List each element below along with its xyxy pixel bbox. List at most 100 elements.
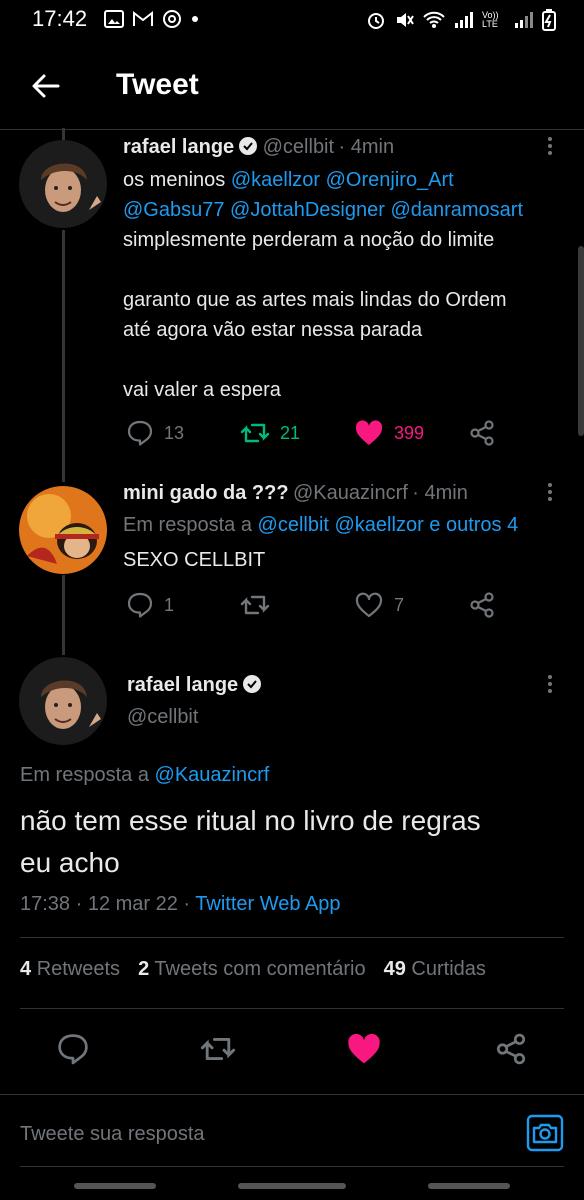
text-fragment: vai valer a espera [123, 379, 281, 401]
dot-icon [192, 16, 198, 22]
main-tweet-text-line-2: eu acho [20, 847, 120, 878]
likes-stat[interactable]: 49 Curtidas [384, 958, 486, 981]
header-divider [0, 129, 584, 130]
arrow-left-icon [32, 74, 60, 98]
reply-context: Em resposta a @Kauazincrf [20, 760, 269, 790]
camera-icon [526, 1114, 564, 1152]
text-fragment: garanto que as artes mais lindas do Orde… [123, 289, 507, 311]
heart-filled-icon [355, 420, 383, 445]
avatar[interactable] [19, 140, 107, 228]
battery-icon [542, 9, 556, 31]
like-button[interactable]: 7 [354, 591, 404, 619]
reply-button[interactable]: 13 [126, 419, 184, 447]
verified-icon [239, 137, 258, 155]
page-title: Tweet [116, 68, 199, 101]
mention-link[interactable]: @JottahDesigner [230, 199, 385, 221]
back-button[interactable] [26, 66, 66, 106]
heart-icon [355, 592, 383, 618]
divider [20, 1008, 564, 1009]
reply-to-link[interactable]: @cellbit @kaellzor e outros 4 [258, 514, 519, 536]
image-icon [104, 10, 124, 28]
mention-link[interactable]: @Orenjiro_Art [326, 169, 454, 191]
main-like-button[interactable] [346, 1032, 382, 1071]
tweet-timestamp: 17:38 · 12 mar 22 · [20, 893, 196, 915]
text-fragment: até agora vão estar nessa parada [123, 319, 423, 341]
nav-pill-center[interactable] [238, 1183, 346, 1189]
tweet-text-line: garanto que as artes mais lindas do Orde… [123, 285, 573, 315]
signal-icon [455, 12, 473, 28]
more-options-button[interactable] [540, 672, 560, 700]
reply-button[interactable]: 1 [126, 591, 174, 619]
mention-link[interactable]: @Gabsu77 [123, 199, 224, 221]
scrollbar[interactable] [578, 246, 584, 436]
main-tweet-user[interactable]: rafael lange [127, 674, 262, 697]
volte-icon: Vo)) LTE [482, 10, 499, 29]
reply-count: 1 [164, 594, 175, 615]
retweet-icon [240, 595, 270, 615]
mute-icon [397, 13, 414, 27]
main-tweet-text-line-1: não tem esse ritual no livro de regras [20, 805, 481, 836]
user-handle[interactable]: @cellbit [263, 136, 334, 158]
retweet-button[interactable] [240, 591, 270, 619]
camera-button[interactable] [526, 1114, 564, 1152]
tweet-text-line: @Gabsu77 @JottahDesigner @danramosart [123, 195, 573, 225]
comment-icon [127, 420, 153, 446]
retweet-button[interactable]: 21 [240, 419, 300, 447]
comment-icon [127, 592, 153, 618]
reply-input[interactable]: Tweete sua resposta [20, 1123, 205, 1146]
quotes-stat[interactable]: 2 Tweets com comentário [138, 958, 366, 981]
tweet-text-line [123, 345, 573, 375]
user-handle[interactable]: @Kauazincrf [293, 482, 408, 504]
tweet-header: rafael lange @cellbit · 4min [123, 136, 394, 159]
nav-pill-left[interactable] [74, 1183, 156, 1189]
reply-count: 13 [164, 422, 185, 443]
share-icon [470, 592, 494, 618]
alarm-icon [368, 13, 384, 29]
user-name[interactable]: mini gado da ??? [123, 482, 289, 504]
tweet-header: mini gado da ??? @Kauazincrf · 4min [123, 482, 468, 505]
user-name[interactable]: rafael lange [123, 136, 234, 158]
comment-icon [58, 1034, 88, 1065]
tweet-text: os meninos @kaellzor @Orenjiro_Art @Gabsu… [123, 165, 573, 405]
reply-bar-divider [0, 1094, 584, 1095]
verified-icon [243, 675, 262, 693]
more-options-button[interactable] [540, 480, 560, 508]
mention-link[interactable]: @kaellzor [231, 169, 320, 191]
tweet-meta: 17:38 · 12 mar 22 · Twitter Web App [20, 889, 341, 919]
user-name[interactable]: rafael lange [127, 674, 238, 696]
thread-line-1 [62, 230, 65, 482]
divider [20, 937, 564, 938]
retweets-stat[interactable]: 4 Retweets [20, 958, 120, 981]
reply-prefix: Em resposta a [20, 764, 155, 786]
thread-line-2 [62, 575, 65, 655]
avatar[interactable] [19, 486, 107, 574]
mention-link[interactable]: @danramosart [390, 199, 523, 221]
share-button[interactable] [468, 419, 496, 447]
tweet-stats: 4 Retweets 2 Tweets com comentário 49 Cu… [20, 958, 486, 981]
tweet-text-line: simplesmente perderam a noção do limite [123, 225, 573, 255]
share-icon [496, 1033, 526, 1065]
retweet-icon [200, 1037, 236, 1061]
status-time: 17:42 [32, 6, 88, 31]
heart-filled-icon [348, 1033, 380, 1064]
tweet-source-link[interactable]: Twitter Web App [195, 893, 340, 915]
like-button[interactable]: 399 [354, 419, 424, 447]
main-reply-button[interactable] [56, 1032, 90, 1071]
notification-icons [104, 9, 200, 29]
main-share-button[interactable] [494, 1032, 528, 1071]
share-icon [470, 420, 494, 446]
tweet-text-line: os meninos @kaellzor @Orenjiro_Art [123, 165, 573, 195]
thread-line-top [62, 128, 65, 140]
main-retweet-button[interactable] [200, 1032, 236, 1071]
user-handle[interactable]: @cellbit [127, 706, 198, 729]
nav-pill-right[interactable] [428, 1183, 510, 1189]
tweet-time: · 4min [338, 136, 395, 158]
avatar[interactable] [19, 657, 107, 745]
share-button[interactable] [468, 591, 496, 619]
wifi-icon [423, 11, 445, 28]
like-count: 399 [394, 422, 425, 443]
status-bar: 17:42 Vo)) LTE [0, 0, 584, 40]
text-fragment: os meninos [123, 169, 231, 191]
reply-to-link[interactable]: @Kauazincrf [155, 764, 270, 786]
more-options-button[interactable] [540, 134, 560, 162]
